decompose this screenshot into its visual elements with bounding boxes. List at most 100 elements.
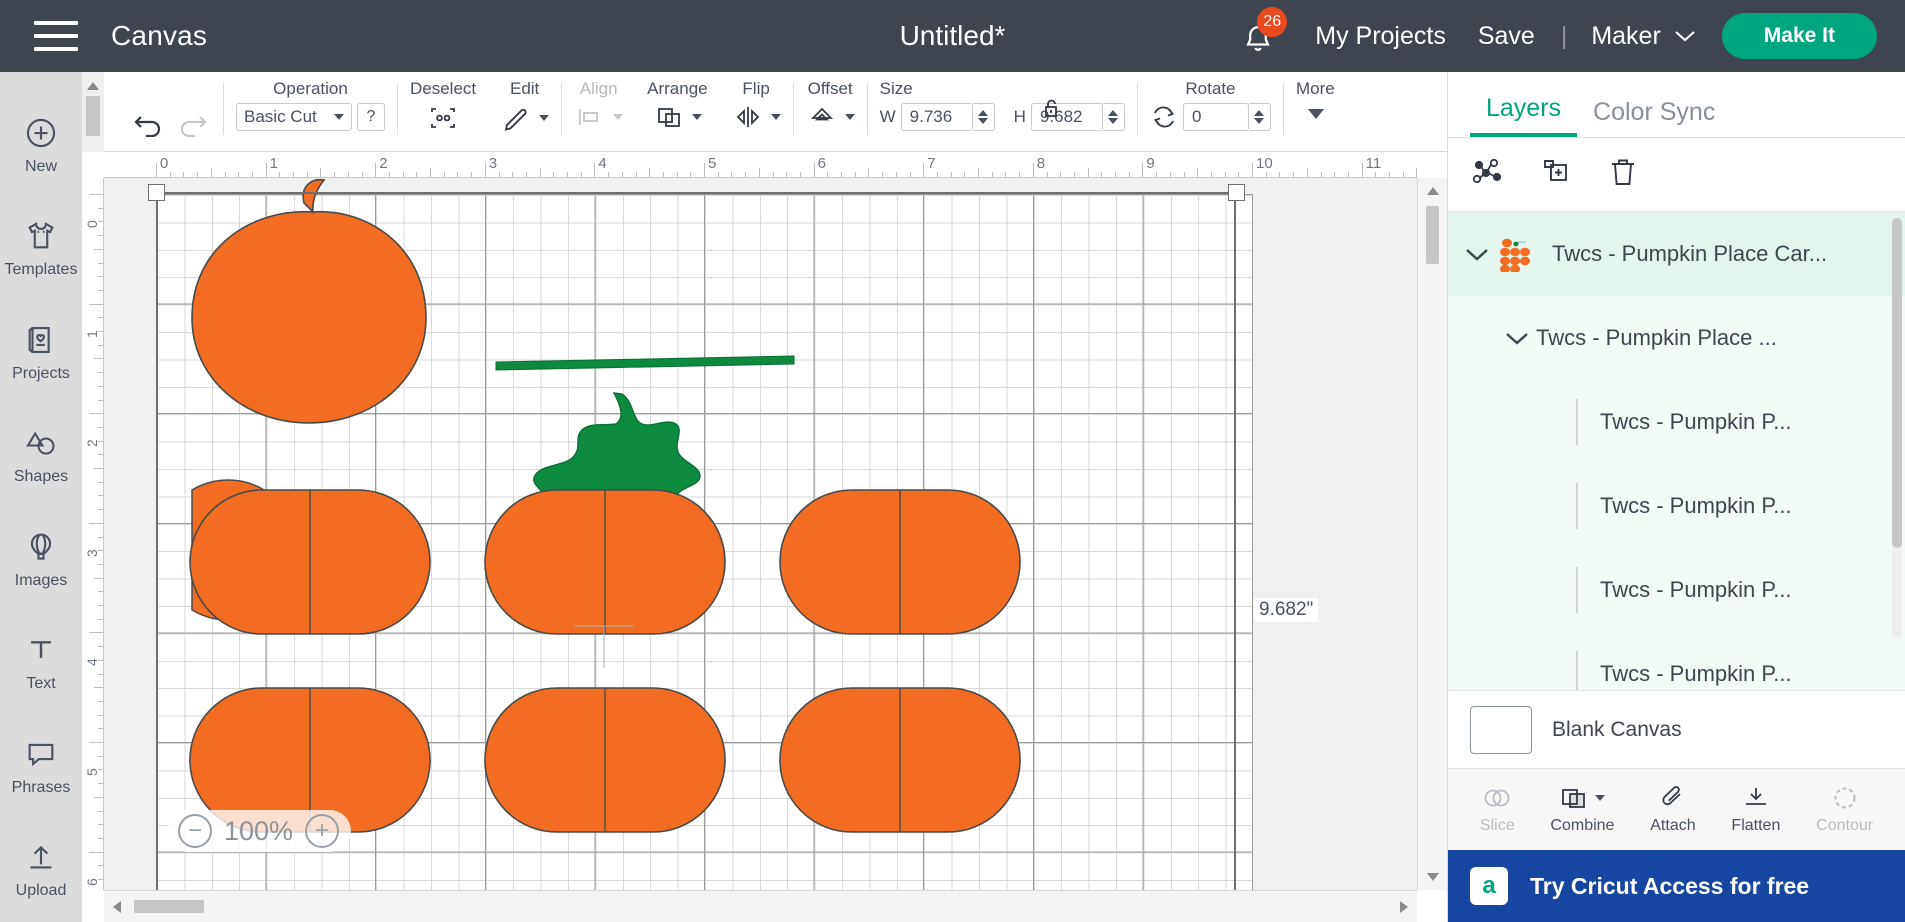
ruler-tick — [94, 248, 103, 250]
ruler-tick — [98, 276, 103, 278]
canvas-horizontal-scrollbar[interactable] — [104, 890, 1417, 922]
ruler-tick — [827, 172, 829, 177]
ruler-tick-label: 3 — [488, 155, 498, 172]
trash-icon[interactable] — [1608, 156, 1638, 193]
layers-scrollbar[interactable] — [1892, 218, 1902, 638]
layer-name: Twcs - Pumpkin Place Car... — [1552, 241, 1828, 266]
width-input[interactable]: 9.736 — [900, 103, 973, 131]
cricut-access-promo[interactable]: a Try Cricut Access for free — [1448, 850, 1905, 922]
sidebar-item-label: Projects — [12, 364, 70, 382]
chevron-down-icon[interactable] — [770, 114, 781, 120]
horizontal-scroll-thumb[interactable] — [134, 900, 204, 913]
size-group: Size W 9.736 H 9.682 — [868, 72, 1137, 152]
deselect-button[interactable] — [426, 103, 460, 133]
operation-select[interactable]: Basic Cut — [236, 103, 352, 131]
operation-help-button[interactable]: ? — [357, 103, 385, 131]
scroll-down-arrow[interactable] — [1418, 864, 1448, 890]
contour-button: Contour — [1816, 784, 1873, 835]
sidebar-item-templates[interactable]: Templates — [0, 198, 82, 302]
flatten-button[interactable]: Flatten — [1731, 784, 1780, 835]
scroll-up-arrow[interactable] — [1418, 178, 1448, 204]
layers-scroll-thumb[interactable] — [1892, 218, 1902, 548]
rotate-stepper[interactable] — [1248, 103, 1271, 131]
edit-button[interactable] — [500, 103, 532, 133]
ruler-tick — [89, 194, 103, 195]
ruler-tick — [608, 172, 610, 177]
undo-button[interactable] — [130, 109, 168, 139]
zoom-in-button[interactable]: + — [305, 814, 340, 848]
redo-button[interactable] — [173, 109, 211, 139]
chevron-down-icon[interactable] — [1595, 795, 1606, 801]
canvas-background-row[interactable]: Blank Canvas — [1448, 690, 1905, 768]
ruler-tick — [224, 172, 226, 177]
machine-selector[interactable]: Maker — [1591, 22, 1695, 51]
toolbar-scroll-indicator[interactable] — [82, 72, 104, 152]
width-label: W — [879, 107, 896, 126]
ruler-tick — [94, 687, 103, 689]
layer-expand-chevron[interactable] — [1498, 330, 1536, 346]
vertical-scroll-thumb[interactable] — [1426, 206, 1439, 264]
save-button[interactable]: Save — [1478, 22, 1535, 51]
sidebar-item-shapes[interactable]: Shapes — [0, 405, 82, 509]
tab-color-sync[interactable]: Color Sync — [1577, 98, 1731, 137]
slice-label: Slice — [1479, 817, 1515, 834]
hamburger-icon[interactable] — [34, 21, 78, 51]
ruler-tick — [210, 168, 212, 177]
ruler-tick — [991, 172, 993, 177]
sidebar-item-upload[interactable]: Upload — [0, 819, 82, 922]
canvas-color-swatch[interactable] — [1470, 705, 1532, 754]
height-label: H — [1013, 107, 1026, 126]
layer-row[interactable]: Twcs - Pumpkin Place ... — [1448, 296, 1905, 380]
width-stepper[interactable] — [972, 103, 995, 131]
sidebar-item-text[interactable]: Text — [0, 612, 82, 716]
scroll-right-arrow[interactable] — [1391, 891, 1417, 922]
horizontal-ruler: 0 1 2 3 4 5 6 7 8 9 10 11 — [104, 152, 1417, 178]
artwork-group[interactable] — [104, 178, 1417, 890]
ruler-tick — [923, 163, 925, 177]
duplicate-icon[interactable] — [1540, 156, 1572, 193]
layer-expand-chevron[interactable] — [1458, 246, 1496, 262]
resize-handle-top-left[interactable] — [148, 184, 165, 201]
flatten-label: Flatten — [1731, 817, 1781, 834]
ruler-tick-label: 8 — [1036, 155, 1046, 172]
flip-button[interactable] — [732, 103, 764, 131]
notifications-button[interactable]: 26 — [1235, 7, 1288, 59]
more-label: More — [1295, 79, 1335, 98]
combine-button[interactable]: Combine — [1550, 784, 1614, 835]
layer-row[interactable]: Twcs - Pumpkin Place Car... — [1448, 212, 1905, 296]
zoom-out-button[interactable]: − — [178, 814, 212, 848]
ruler-tick — [1265, 172, 1267, 177]
height-stepper[interactable] — [1102, 103, 1125, 131]
canvas-vertical-scrollbar[interactable] — [1417, 178, 1447, 890]
aspect-lock-button[interactable] — [1038, 96, 1064, 127]
chevron-down-icon[interactable] — [1308, 109, 1325, 119]
layer-row[interactable]: Twcs - Pumpkin P... — [1448, 632, 1905, 690]
make-it-button[interactable]: Make It — [1721, 13, 1877, 59]
sidebar-item-phrases[interactable]: Phrases — [0, 715, 82, 819]
layer-row[interactable]: Twcs - Pumpkin P... — [1448, 464, 1905, 548]
chevron-down-icon[interactable] — [691, 114, 702, 120]
design-canvas[interactable]: 9.682" − 100% + — [104, 178, 1417, 890]
sidebar-item-new[interactable]: New — [0, 94, 82, 198]
tab-layers[interactable]: Layers — [1470, 94, 1578, 137]
ruler-tick — [471, 172, 473, 177]
my-projects-link[interactable]: My Projects — [1315, 22, 1446, 51]
layer-row[interactable]: Twcs - Pumpkin P... — [1448, 548, 1905, 632]
resize-handle-top-right[interactable] — [1228, 184, 1245, 201]
sidebar-item-label: Upload — [15, 882, 67, 900]
chevron-down-icon[interactable] — [844, 114, 855, 120]
layer-row[interactable]: Twcs - Pumpkin P... — [1448, 380, 1905, 464]
attach-button[interactable]: Attach — [1650, 784, 1696, 835]
layers-list[interactable]: Twcs - Pumpkin Place Car... Twcs - Pumpki… — [1448, 212, 1905, 690]
sidebar-item-images[interactable]: Images — [0, 508, 82, 612]
offset-button[interactable] — [806, 103, 838, 131]
rotate-input[interactable]: 0 — [1182, 103, 1249, 131]
arrange-button[interactable] — [653, 103, 685, 131]
scroll-left-arrow[interactable] — [104, 891, 130, 922]
ruler-tick — [98, 563, 103, 565]
sidebar-item-projects[interactable]: Projects — [0, 301, 82, 405]
ruler-tick-label: 6 — [817, 155, 826, 172]
chevron-down-icon[interactable] — [539, 115, 550, 121]
ruler-tick — [197, 172, 199, 177]
group-nodes-icon[interactable] — [1470, 157, 1504, 192]
